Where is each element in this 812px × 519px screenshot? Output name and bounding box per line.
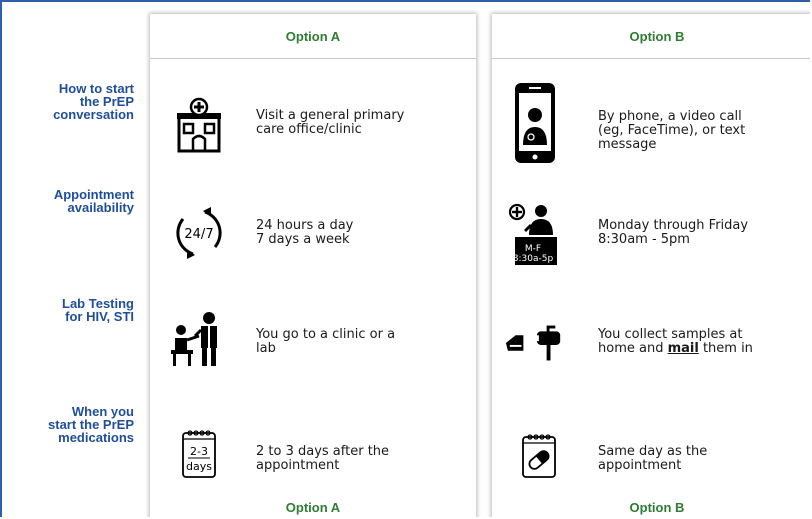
- option-a-conversation-text: Visit a general primary care office/clin…: [256, 108, 405, 137]
- option-a-column: Option A Visit a general primary care of…: [150, 14, 476, 517]
- calendar-days-icon: 2-3 days: [168, 422, 230, 484]
- option-b-availability-text: Monday through Friday 8:30am - 5pm: [598, 218, 749, 247]
- row-label-appointment-availability: Appointment availability: [53, 187, 134, 215]
- doctor-hours-icon: M-F 8:30a-5p: [504, 203, 566, 266]
- option-b-footer: Option B: [629, 500, 685, 515]
- option-a-header: Option A: [150, 14, 476, 59]
- row-label-lab-testing: Lab Testing for HIV, STI: [62, 296, 134, 324]
- comparison-panel: How to start the PrEP conversation Appoi…: [0, 0, 810, 517]
- option-b-lab-text-end: them in: [698, 341, 753, 356]
- option-b-medications-text: Same day as the appointment: [598, 444, 708, 473]
- option-a-availability-text: 24 hours a day 7 days a week: [256, 218, 354, 247]
- svg-text:2-3: 2-3: [190, 445, 208, 458]
- option-b-column: Option B By phone, a video call (eg, Fac…: [492, 14, 810, 517]
- option-a-medications-text: 2 to 3 days after the appointment: [256, 444, 390, 473]
- option-a-footer: Option A: [285, 500, 341, 515]
- option-a-lab-text: You go to a clinic or a lab: [256, 327, 396, 356]
- option-b-conversation-text: By phone, a video call (eg, FaceTime), o…: [598, 109, 746, 152]
- doctor-hours-days: M-F: [524, 244, 542, 254]
- clinic-building-icon: [168, 94, 230, 156]
- calendar-pill-icon: [508, 424, 570, 486]
- smartphone-doctor-icon: [504, 83, 566, 163]
- svg-text:days: days: [186, 460, 212, 473]
- mailbox-icon: [504, 312, 566, 374]
- svg-text:24/7: 24/7: [184, 227, 213, 242]
- row-label-start-conversation: How to start the PrEP conversation: [53, 81, 134, 122]
- option-b-header: Option B: [492, 14, 810, 59]
- doctor-hours-time: 8:30a-5p: [512, 254, 554, 264]
- lab-visit-icon: [166, 308, 228, 370]
- option-b-lab-mail-word: mail: [667, 341, 699, 356]
- row-label-start-medications: When you start the PrEP medications: [48, 404, 134, 445]
- 24-7-icon: 24/7: [168, 202, 230, 264]
- option-b-lab-text: You collect samples at home and mail the…: [598, 328, 753, 356]
